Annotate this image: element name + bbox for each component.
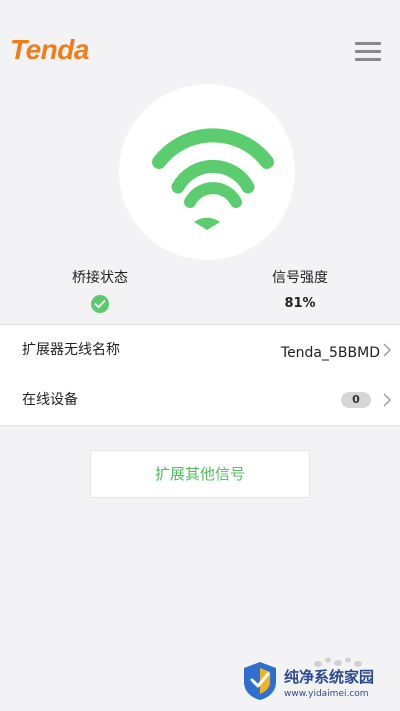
check-circle-icon [91,295,109,313]
hamburger-menu-icon-bar [355,58,381,61]
hamburger-menu-icon [355,42,381,45]
ssid-row[interactable]: 扩展器无线名称 Tenda_5BBMD [0,324,400,376]
ssid-value: Tenda_5BBMD [280,345,380,361]
watermark-url: www.yidaimei.com [284,689,369,699]
site-watermark: 纯净系统家园 www.yidaimei.com [238,654,398,708]
wifi-arc-inner [184,182,242,208]
wifi-icon [152,128,274,230]
wifi-signal-display [119,84,295,260]
hamburger-menu-icon-bar [355,50,381,53]
wifi-dot [194,217,220,230]
chevron-right-icon [383,393,391,407]
chevron-right-icon [383,343,391,357]
signal-strength-label: 信号强度 [272,270,328,286]
shield-logo-icon [244,662,276,700]
bridge-status: 桥接状态 [30,268,170,317]
signal-strength-value: 81% [284,296,316,311]
menu-button[interactable] [352,40,384,66]
online-devices-label: 在线设备 [22,392,78,408]
extend-other-signal-button[interactable]: 扩展其他信号 [90,450,310,498]
device-count-badge: 0 [341,392,371,408]
online-devices-row[interactable]: 在线设备 0 [0,375,400,426]
bridge-status-label: 桥接状态 [72,270,128,286]
ssid-label: 扩展器无线名称 [22,342,120,358]
signal-strength: 信号强度 81% [230,268,370,314]
tenda-logo: Tenda [10,34,89,65]
wifi-arc-outer [152,128,274,169]
watermark-site-name: 纯净系统家园 [284,668,375,686]
